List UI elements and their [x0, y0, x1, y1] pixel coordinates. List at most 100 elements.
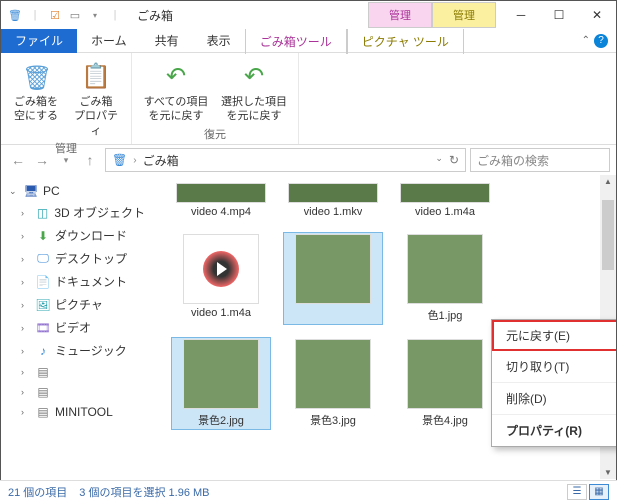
- ribbon-help: ⌃ ?: [582, 34, 608, 48]
- list-item[interactable]: video 4.mp4: [171, 181, 271, 220]
- tree-pc[interactable]: ⌄ 🖥 PC: [3, 181, 149, 201]
- list-item[interactable]: 景色4.jpg: [395, 337, 495, 430]
- tab-home[interactable]: ホーム: [77, 28, 141, 53]
- restore-selected-button[interactable]: ↶ 選択した項目 を元に戻す: [218, 57, 290, 124]
- expand-icon[interactable]: ›: [21, 300, 31, 310]
- tree-disk-minitool[interactable]: ›▤MINITOOL: [3, 402, 149, 422]
- tree-label: デスクトップ: [55, 250, 127, 267]
- address-dropdown-icon[interactable]: ⌄: [435, 153, 443, 167]
- menu-properties[interactable]: プロパティ(R): [492, 415, 616, 446]
- breadcrumb-location[interactable]: ごみ箱: [143, 152, 179, 169]
- tree-downloads[interactable]: › ⬇ ダウンロード: [3, 224, 149, 247]
- refresh-icon[interactable]: ↻: [449, 153, 459, 167]
- file-list[interactable]: video 4.mp4 video 1.mkv video 1.m4a vide…: [151, 175, 616, 479]
- tree-label: 3D オブジェクト: [54, 204, 145, 221]
- tab-picture-tools[interactable]: ピクチャ ツール: [347, 28, 464, 54]
- expand-icon[interactable]: ›: [21, 407, 31, 417]
- button-label: ごみ箱を 空にする: [14, 95, 58, 124]
- recent-dropdown[interactable]: ▾: [55, 149, 77, 171]
- thumbnails-view-icon[interactable]: ▦: [589, 484, 609, 500]
- video-thumbnail: [176, 183, 266, 203]
- list-item[interactable]: video 1.m4a: [395, 181, 495, 220]
- scroll-thumb[interactable]: [602, 200, 614, 270]
- recycle-bin-properties-button[interactable]: 📋 ごみ箱 プロパティ: [69, 57, 123, 138]
- tab-recycle-tools[interactable]: ごみ箱ツール: [245, 28, 347, 54]
- tree-label: MINITOOL: [55, 405, 113, 419]
- status-selection: 3 個の項目を選択 1.96 MB: [79, 484, 209, 500]
- search-box[interactable]: ごみ箱の検索: [470, 148, 610, 172]
- recycle-bin-icon[interactable]: 🗑: [7, 7, 23, 23]
- tree-disk[interactable]: ›▤: [3, 382, 149, 402]
- image-thumbnail: [295, 339, 371, 409]
- tab-share[interactable]: 共有: [141, 28, 193, 53]
- address-bar[interactable]: 🗑 › ごみ箱 ⌄ ↻: [105, 148, 466, 172]
- menu-delete[interactable]: 削除(D): [492, 383, 616, 415]
- expand-icon[interactable]: ›: [21, 346, 31, 356]
- collapse-ribbon-icon[interactable]: ⌃: [582, 35, 590, 46]
- list-item[interactable]: video 1.m4a: [171, 232, 271, 325]
- navigation-pane: ⌄ 🖥 PC ›◫3D オブジェクト › ⬇ ダウンロード ›🖵デスクトップ ›📄ド…: [1, 175, 151, 479]
- download-icon: ⬇: [35, 229, 51, 243]
- tree-pictures[interactable]: ›🖼ピクチャ: [3, 293, 149, 316]
- contextual-tab-manage-pink[interactable]: 管理: [368, 2, 432, 28]
- tree-documents[interactable]: ›📄ドキュメント: [3, 270, 149, 293]
- tree-label: ドキュメント: [55, 273, 127, 290]
- context-menu: 元に戻す(E) 切り取り(T) 削除(D) プロパティ(R): [491, 319, 616, 447]
- restore-all-button[interactable]: ↶ すべての項目 を元に戻す: [140, 57, 212, 124]
- empty-recycle-bin-button[interactable]: ごみ箱を 空にする: [9, 57, 63, 138]
- scroll-down-icon[interactable]: ▼: [604, 468, 612, 477]
- close-button[interactable]: ✕: [578, 1, 616, 29]
- up-button[interactable]: ↑: [79, 149, 101, 171]
- tree-label: PC: [43, 184, 60, 198]
- expand-icon[interactable]: ›: [21, 254, 31, 264]
- list-item[interactable]: 景色2.jpg: [171, 337, 271, 430]
- qat-dropdown-icon[interactable]: ▾: [87, 7, 103, 23]
- group-label: 復元: [204, 124, 226, 144]
- title-bar: 🗑 | ☑ ▭ ▾ | ごみ箱 管理 管理 ─ ☐ ✕: [1, 1, 616, 29]
- restore-all-icon: ↶: [160, 61, 192, 93]
- forward-button[interactable]: →: [31, 149, 53, 171]
- list-item[interactable]: video 1.mkv: [283, 181, 383, 220]
- list-item[interactable]: 色1.jpg: [395, 232, 495, 325]
- details-view-icon[interactable]: ☰: [567, 484, 587, 500]
- tree-music[interactable]: ›♪ミュージック: [3, 339, 149, 362]
- scroll-up-icon[interactable]: ▲: [604, 177, 612, 186]
- pc-icon: 🖥: [23, 184, 39, 198]
- back-button[interactable]: ←: [7, 149, 29, 171]
- menu-cut[interactable]: 切り取り(T): [492, 351, 616, 383]
- empty-bin-icon: [20, 61, 52, 93]
- menu-restore[interactable]: 元に戻す(E): [492, 320, 616, 351]
- file-name: video 1.m4a: [415, 206, 475, 218]
- ribbon: ごみ箱を 空にする 📋 ごみ箱 プロパティ 管理 ↶ すべての項目 を元に戻す …: [1, 53, 616, 145]
- music-icon: ♪: [35, 344, 51, 358]
- window-controls: ─ ☐ ✕: [502, 1, 616, 29]
- address-bar-row: ← → ▾ ↑ 🗑 › ごみ箱 ⌄ ↻ ごみ箱の検索: [1, 145, 616, 175]
- contextual-tab-manage-yellow[interactable]: 管理: [432, 2, 496, 28]
- expand-icon[interactable]: ›: [21, 277, 31, 287]
- expand-icon[interactable]: ›: [21, 323, 31, 333]
- tree-label: ダウンロード: [55, 227, 127, 244]
- maximize-button[interactable]: ☐: [540, 1, 578, 29]
- breadcrumb-separator: ›: [133, 155, 136, 166]
- expand-icon[interactable]: ›: [21, 387, 31, 397]
- tab-view[interactable]: 表示: [193, 28, 245, 53]
- expand-icon[interactable]: ›: [21, 367, 31, 377]
- document-icon[interactable]: ▭: [67, 7, 83, 23]
- tree-3d-objects[interactable]: ›◫3D オブジェクト: [3, 201, 149, 224]
- expand-icon[interactable]: ⌄: [9, 186, 19, 197]
- tree-desktop[interactable]: ›🖵デスクトップ: [3, 247, 149, 270]
- list-item[interactable]: [283, 232, 383, 325]
- tree-label: ピクチャ: [55, 296, 103, 313]
- video-thumbnail: [400, 183, 490, 203]
- help-icon[interactable]: ?: [594, 34, 608, 48]
- minimize-button[interactable]: ─: [502, 1, 540, 29]
- tree-videos[interactable]: ›🎞ビデオ: [3, 316, 149, 339]
- audio-play-icon: [183, 234, 259, 304]
- expand-icon[interactable]: ›: [21, 231, 31, 241]
- button-label: 選択した項目 を元に戻す: [221, 95, 287, 124]
- expand-icon[interactable]: ›: [21, 208, 31, 218]
- tab-file[interactable]: ファイル: [1, 28, 77, 53]
- list-item[interactable]: 景色3.jpg: [283, 337, 383, 430]
- checkbox-icon[interactable]: ☑: [47, 7, 63, 23]
- tree-disk[interactable]: ›▤: [3, 362, 149, 382]
